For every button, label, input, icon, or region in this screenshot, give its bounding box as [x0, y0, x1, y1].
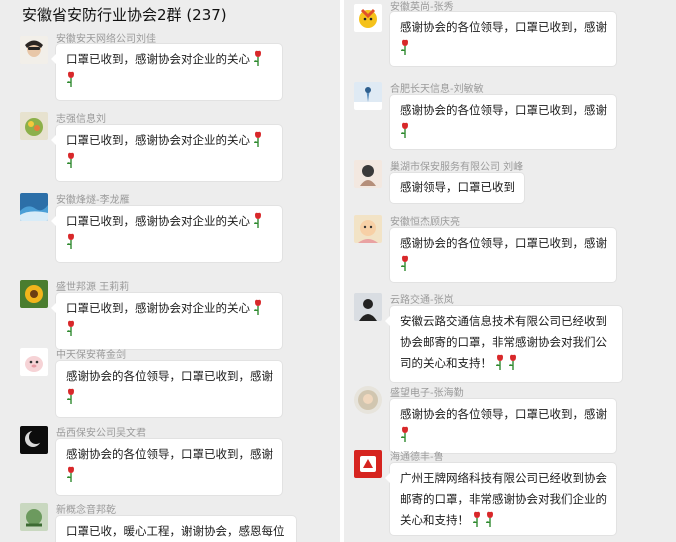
message-bubble[interactable]: 口罩已收到，感谢协会对企业的关心 — [51, 206, 282, 262]
avatar[interactable] — [20, 348, 48, 376]
avatar[interactable] — [20, 280, 48, 308]
message-bubble[interactable]: 口罩已收到，感谢协会对企业的关心 — [51, 293, 282, 349]
message-text: 感谢协会的各位领导，口罩已收到，感谢 — [400, 236, 607, 250]
message-text: 感谢协会的各位领导，口罩已收到，感谢 — [400, 407, 607, 421]
sender-name: 盛望电子-张海勤 — [390, 388, 464, 399]
group-title: 安徽省安防行业协会2群 (237) — [22, 6, 227, 24]
message-bubble[interactable]: 感谢协会的各位领导，口罩已收到，感谢 — [390, 95, 616, 149]
sender-name: 安徽恒杰顾庆亮 — [390, 217, 460, 228]
rose-emoji-icon — [253, 131, 263, 147]
rose-emoji-icon — [66, 233, 76, 249]
rose-emoji-icon — [400, 39, 410, 55]
avatar[interactable] — [20, 112, 48, 140]
message-bubble[interactable]: 感谢协会的各位领导，口罩已收到，感谢 — [390, 399, 616, 453]
rose-emoji-icon — [495, 354, 505, 370]
sender-name: 盛世邦源 王莉莉 — [56, 282, 130, 293]
sender-name: 合肥长天信息-刘敏敏 — [390, 84, 484, 95]
message-text: 感谢协会的各位领导，口罩已收到，感谢 — [400, 20, 607, 34]
avatar[interactable] — [20, 503, 48, 531]
message-text: 口罩已收到，感谢协会对企业的关心 — [66, 133, 250, 147]
rose-emoji-icon — [66, 152, 76, 168]
left-chat-panel: 安徽省安防行业协会2群 (237) 安徽安天网络公司刘佳 口罩已收到，感谢协会对… — [0, 0, 340, 542]
message-bubble[interactable]: 广州王牌网络科技有限公司已经收到协会邮寄的口罩，非常感谢协会对我们企业的关心和支… — [385, 463, 616, 535]
rose-emoji-icon — [400, 122, 410, 138]
message-bubble[interactable]: 口罩已收到，感谢协会对企业的关心 — [51, 125, 282, 181]
avatar[interactable] — [354, 293, 382, 321]
rose-emoji-icon — [66, 320, 76, 336]
message-bubble[interactable]: 口罩已收到，感谢协会对企业的关心 — [51, 44, 282, 100]
sender-name: 中天保安蒋金剑 — [56, 350, 126, 361]
avatar[interactable] — [354, 386, 382, 414]
message-text: 感谢领导，口罩已收到 — [400, 180, 515, 194]
sender-name: 安徽安天网络公司刘佳 — [56, 34, 156, 45]
message-bubble[interactable]: 感谢协会的各位领导，口罩已收到，感谢 — [390, 12, 616, 66]
message-text: 感谢协会的各位领导，口罩已收到，感谢 — [66, 447, 273, 461]
message-text: 感谢协会的各位领导，口罩已收到，感谢 — [66, 369, 273, 383]
avatar[interactable] — [20, 426, 48, 454]
rose-emoji-icon — [253, 50, 263, 66]
rose-emoji-icon — [508, 354, 518, 370]
sender-name: 海通德丰-鲁 — [390, 452, 444, 463]
sender-name: 志强信息刘 — [56, 114, 106, 125]
avatar[interactable] — [354, 450, 382, 478]
rose-emoji-icon — [485, 511, 495, 527]
avatar[interactable] — [354, 82, 382, 110]
message-bubble[interactable]: 感谢协会的各位领导，口罩已收到，感谢 — [56, 439, 282, 495]
sender-name: 巢湖市保安服务有限公司 刘峰 — [390, 162, 524, 173]
rose-emoji-icon — [66, 388, 76, 404]
message-text: 口罩已收到，感谢协会对企业的关心 — [66, 214, 250, 228]
avatar[interactable] — [20, 36, 48, 64]
message-text: 口罩已收到，感谢协会对企业的关心 — [66, 52, 250, 66]
sender-name: 新概念音邦乾 — [56, 505, 116, 516]
message-bubble[interactable]: 感谢领导，口罩已收到 — [390, 173, 524, 203]
avatar[interactable] — [354, 215, 382, 243]
rose-emoji-icon — [400, 426, 410, 442]
avatar[interactable] — [354, 160, 382, 188]
sender-name: 岳西保安公司吴文君 — [56, 428, 146, 439]
sender-name: 云路交通-张岚 — [390, 295, 454, 306]
message-bubble[interactable]: 安徽云路交通信息技术有限公司已经收到协会邮寄的口罩，非常感谢协会对我们公司的关心… — [385, 306, 622, 382]
message-bubble[interactable]: 感谢协会的各位领导，口罩已收到，感谢 — [390, 228, 616, 282]
avatar[interactable] — [20, 193, 48, 221]
rose-emoji-icon — [253, 212, 263, 228]
rose-emoji-icon — [66, 466, 76, 482]
message-bubble[interactable]: 口罩已收，暖心工程，谢谢协会，感恩每位 — [56, 516, 296, 542]
rose-emoji-icon — [472, 511, 482, 527]
message-text: 口罩已收，暖心工程，谢谢协会，感恩每位 — [66, 524, 285, 538]
avatar[interactable] — [354, 4, 382, 32]
rose-emoji-icon — [400, 255, 410, 271]
message-text: 广州王牌网络科技有限公司已经收到协会邮寄的口罩，非常感谢协会对我们企业的关心和支… — [400, 471, 607, 527]
sender-name: 安徽烽燧-李龙雁 — [56, 195, 130, 206]
message-text: 感谢协会的各位领导，口罩已收到，感谢 — [400, 103, 607, 117]
right-chat-panel: 安徽英尚-张秀 感谢协会的各位领导，口罩已收到，感谢 合肥长天信息-刘敏敏 感谢… — [344, 0, 676, 542]
rose-emoji-icon — [66, 71, 76, 87]
message-text: 口罩已收到，感谢协会对企业的关心 — [66, 301, 250, 315]
message-bubble[interactable]: 感谢协会的各位领导，口罩已收到，感谢 — [56, 361, 282, 417]
rose-emoji-icon — [253, 299, 263, 315]
